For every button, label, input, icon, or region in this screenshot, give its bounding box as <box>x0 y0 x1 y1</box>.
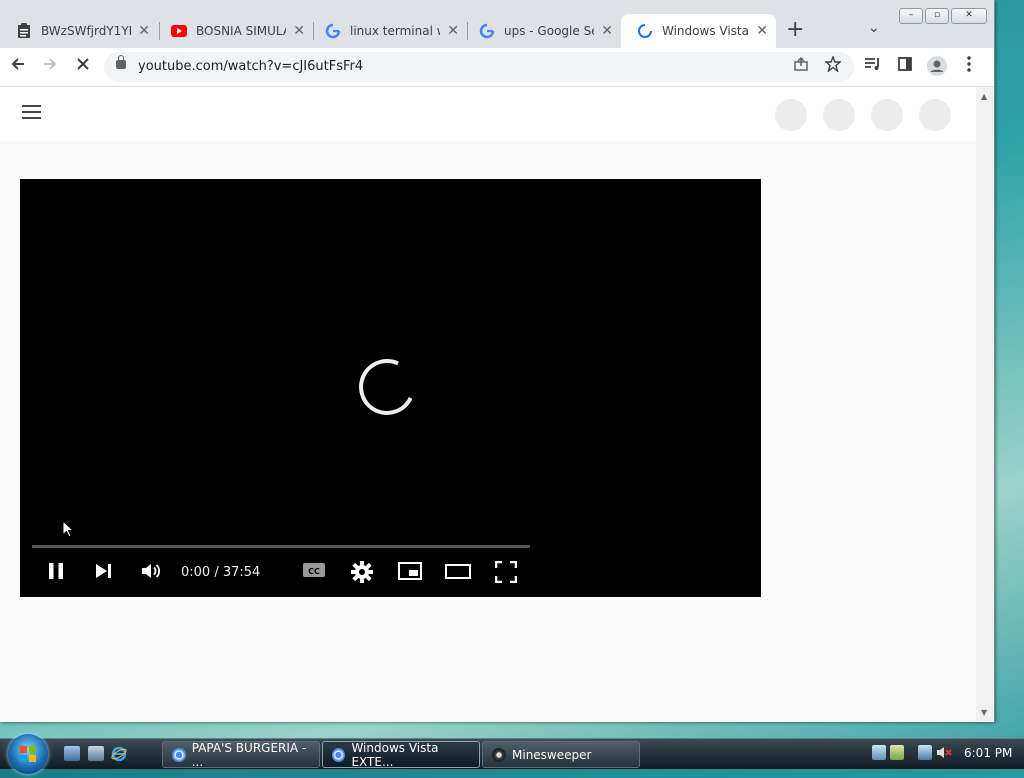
tab-strip: BWzSWfjrdY1YEC ✕ BOSNIA SIMULA ✕ linux t… <box>0 0 994 48</box>
clipboard-icon <box>16 23 32 39</box>
stop-loading-icon <box>77 58 89 70</box>
theater-mode-button[interactable] <box>445 561 471 585</box>
side-panel-icon[interactable] <box>894 56 916 78</box>
tab-title: linux terminal wi <box>350 24 440 38</box>
address-bar[interactable]: youtube.com/watch?v=cJI6utFsFr4 <box>104 52 854 82</box>
svg-text:CC: CC <box>308 567 320 576</box>
tab-google-ups[interactable]: ups - Google Sea ✕ <box>463 14 621 48</box>
media-control-icon[interactable] <box>862 56 884 78</box>
pause-button[interactable] <box>46 561 66 585</box>
display-icon[interactable] <box>918 745 932 760</box>
scroll-up-arrow-icon[interactable]: ▲ <box>981 92 987 101</box>
loading-spinner-icon <box>351 351 423 423</box>
tab-search-button[interactable]: ⌄ <box>868 20 880 36</box>
start-button[interactable] <box>8 734 48 774</box>
stop-button[interactable] <box>72 56 94 78</box>
windows-logo-icon <box>20 746 36 762</box>
youtube-icon <box>171 23 187 39</box>
subtitles-button[interactable]: CC <box>303 561 325 583</box>
forward-arrow-icon <box>44 58 57 70</box>
chrome-icon <box>172 747 186 762</box>
youtube-masthead <box>0 87 976 141</box>
settings-button[interactable] <box>351 561 373 587</box>
tab-title: BOSNIA SIMULA <box>196 24 286 38</box>
forward-button[interactable] <box>39 56 61 78</box>
tab-youtube[interactable]: BOSNIA SIMULA ✕ <box>155 14 313 48</box>
placeholder-avatar <box>775 99 807 131</box>
close-tab-icon[interactable]: ✕ <box>756 23 768 39</box>
fullscreen-icon <box>494 560 518 584</box>
placeholder-avatar <box>871 99 903 131</box>
system-tray <box>872 745 952 760</box>
time-display: 0:00 / 37:54 <box>181 565 261 580</box>
page-viewport: 0:00 / 37:54 CC <box>0 87 976 721</box>
minesweeper-icon <box>492 747 506 762</box>
share-icon[interactable] <box>790 56 812 78</box>
google-icon <box>479 23 495 39</box>
network-icon[interactable] <box>872 745 886 760</box>
url-text: youtube.com/watch?v=cJI6utFsFr4 <box>138 59 364 74</box>
mouse-cursor-icon <box>62 520 74 538</box>
switch-windows-icon[interactable] <box>88 746 104 761</box>
minimize-button[interactable]: – <box>899 8 923 24</box>
tab-title: Windows Vista E <box>662 24 752 38</box>
scroll-down-arrow-icon[interactable]: ▼ <box>981 708 987 717</box>
lock-icon <box>116 55 126 69</box>
new-tab-button[interactable]: + <box>786 18 804 42</box>
loading-icon <box>637 23 653 39</box>
fullscreen-button[interactable] <box>494 560 518 587</box>
back-button[interactable] <box>7 56 29 78</box>
next-button[interactable] <box>94 561 114 585</box>
profile-icon[interactable] <box>926 56 948 78</box>
safely-remove-icon[interactable] <box>890 745 904 760</box>
taskbar-item-label: Minesweeper <box>512 747 592 762</box>
tab-windows-vista[interactable]: Windows Vista E ✕ <box>621 14 776 48</box>
close-tab-icon[interactable]: ✕ <box>447 23 459 39</box>
theater-mode-icon <box>445 564 471 579</box>
taskbar-item-windows-vista[interactable]: Windows Vista EXTE... <box>322 740 480 769</box>
show-desktop-icon[interactable] <box>64 746 80 761</box>
tray-spacer <box>908 745 914 760</box>
menu-kebab-icon[interactable] <box>958 56 980 78</box>
hamburger-menu-icon[interactable] <box>22 105 41 119</box>
bookmark-star-icon[interactable] <box>822 55 844 78</box>
browser-toolbar: youtube.com/watch?v=cJI6utFsFr4 <box>0 48 994 87</box>
captions-icon: CC <box>303 563 325 577</box>
pause-icon <box>49 563 63 579</box>
system-clock[interactable]: 6:01 PM <box>964 746 1012 760</box>
close-window-button[interactable]: ✕ <box>951 8 987 24</box>
taskbar-item-minesweeper[interactable]: Minesweeper <box>482 741 640 768</box>
taskbar-item-label: PAPA'S BURGERIA - ... <box>191 740 307 769</box>
volume-muted-icon[interactable] <box>936 745 952 760</box>
miniplayer-button[interactable] <box>398 561 422 585</box>
tab-title: BWzSWfjrdY1YEC <box>41 24 131 38</box>
miniplayer-icon <box>398 562 422 580</box>
video-player[interactable]: 0:00 / 37:54 CC <box>20 179 761 597</box>
close-tab-icon[interactable]: ✕ <box>293 23 305 39</box>
taskbar-item-label: Windows Vista EXTE... <box>351 740 439 769</box>
placeholder-avatar <box>919 99 951 131</box>
maximize-button[interactable]: ▫ <box>925 8 949 24</box>
close-tab-icon[interactable]: ✕ <box>138 23 150 39</box>
taskbar-item-papas-burgeria[interactable]: PAPA'S BURGERIA - ... <box>162 740 320 769</box>
gear-icon <box>351 561 373 583</box>
internet-explorer-icon[interactable] <box>111 746 127 762</box>
progress-bar[interactable] <box>32 545 530 548</box>
google-icon <box>325 23 341 39</box>
windows-taskbar: PAPA'S BURGERIA - ... Windows Vista EXTE… <box>0 734 1024 774</box>
back-arrow-icon <box>11 58 24 70</box>
skip-next-icon <box>96 564 111 578</box>
volume-button[interactable] <box>141 561 163 585</box>
vertical-scrollbar[interactable]: ▲ ▼ <box>976 87 994 721</box>
tab-clipboard[interactable]: BWzSWfjrdY1YEC ✕ <box>0 14 158 48</box>
chrome-icon <box>332 747 346 762</box>
tab-google-linux[interactable]: linux terminal wi ✕ <box>309 14 467 48</box>
placeholder-avatar <box>823 99 855 131</box>
tab-title: ups - Google Sea <box>504 24 594 38</box>
close-tab-icon[interactable]: ✕ <box>601 23 613 39</box>
volume-icon <box>142 564 161 578</box>
